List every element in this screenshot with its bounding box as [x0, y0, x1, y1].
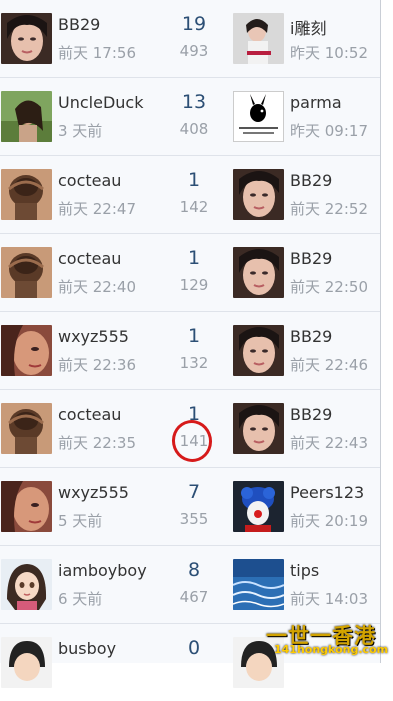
- list-item: wxyz555 前天 22:36 1 132 BB29 前天 22:46: [0, 312, 380, 390]
- reply-count: 1: [187, 247, 201, 269]
- last-poster-name[interactable]: BB29: [290, 405, 332, 424]
- author-name[interactable]: wxyz555: [58, 327, 129, 346]
- post-time: 前天 22:35: [58, 434, 136, 452]
- author-avatar[interactable]: [1, 325, 52, 376]
- list-item: cocteau 前天 22:47 1 142 BB29 前天 22:52: [0, 156, 380, 234]
- list-item: BB29 前天 17:56 19 493 i雕刻 昨天 10:52: [0, 0, 380, 78]
- last-post-time: 前天 14:03: [290, 590, 368, 608]
- last-poster-avatar[interactable]: [233, 13, 284, 64]
- watermark-url: 141hongkong.com: [274, 643, 389, 656]
- post-time: 3 天前: [58, 122, 103, 140]
- post-time: 前天 22:40: [58, 278, 136, 296]
- last-poster-avatar[interactable]: [233, 403, 284, 454]
- author-avatar[interactable]: [1, 13, 52, 64]
- post-time: 5 天前: [58, 512, 103, 530]
- post-time: 6 天前: [58, 590, 103, 608]
- last-post-time: 前天 20:19: [290, 512, 368, 530]
- last-post-time: 昨天 10:52: [290, 44, 368, 62]
- last-poster-name[interactable]: tips: [290, 561, 319, 580]
- last-poster-name[interactable]: BB29: [290, 249, 332, 268]
- last-post-time: 前天 22:50: [290, 278, 368, 296]
- post-time: 前天 22:36: [58, 356, 136, 374]
- view-count: 408: [179, 120, 209, 138]
- author-name[interactable]: cocteau: [58, 249, 121, 268]
- view-count: 355: [179, 510, 209, 528]
- last-poster-avatar[interactable]: [233, 559, 284, 610]
- view-count: 142: [179, 198, 209, 216]
- author-name[interactable]: BB29: [58, 15, 100, 34]
- author-name[interactable]: cocteau: [58, 171, 121, 190]
- last-poster-name[interactable]: parma: [290, 93, 342, 112]
- view-count: 132: [179, 354, 209, 372]
- last-post-time: 前天 22:43: [290, 434, 368, 452]
- author-name[interactable]: iamboyboy: [58, 561, 147, 580]
- author-name[interactable]: UncleDuck: [58, 93, 143, 112]
- list-item: iamboyboy 6 天前 8 467 tips 前天 14:03: [0, 546, 380, 624]
- list-item: cocteau 前天 22:40 1 129 BB29 前天 22:50: [0, 234, 380, 312]
- reply-count: 0: [187, 637, 201, 659]
- post-time: 前天 22:47: [58, 200, 136, 218]
- author-avatar[interactable]: [1, 169, 52, 220]
- reply-count: 7: [187, 481, 201, 503]
- author-avatar[interactable]: [1, 403, 52, 454]
- reply-count: 13: [181, 91, 207, 113]
- view-count: 467: [179, 588, 209, 606]
- last-poster-avatar[interactable]: [233, 481, 284, 532]
- last-poster-name[interactable]: Peers123: [290, 483, 364, 502]
- last-post-time: 前天 22:52: [290, 200, 368, 218]
- list-item: UncleDuck 3 天前 13 408 parma 昨天 09:17: [0, 78, 380, 156]
- view-count: 129: [179, 276, 209, 294]
- author-name[interactable]: cocteau: [58, 405, 121, 424]
- scrollbar-track[interactable]: [380, 0, 393, 663]
- author-name[interactable]: busboy: [58, 639, 116, 658]
- reply-count: 1: [187, 169, 201, 191]
- view-count: 493: [179, 42, 209, 60]
- post-time: 前天 17:56: [58, 44, 136, 62]
- reply-count: 1: [187, 325, 201, 347]
- reply-count: 8: [187, 559, 201, 581]
- last-poster-name[interactable]: i雕刻: [290, 15, 326, 39]
- list-item: wxyz555 5 天前 7 355 Peers123 前天 20:19: [0, 468, 380, 546]
- last-poster-name[interactable]: BB29: [290, 327, 332, 346]
- last-poster-avatar[interactable]: [233, 91, 284, 142]
- reply-count: 19: [181, 13, 207, 35]
- last-post-time: 昨天 09:17: [290, 122, 368, 140]
- author-avatar[interactable]: [1, 559, 52, 610]
- author-avatar[interactable]: [1, 91, 52, 142]
- last-post-time: 前天 22:46: [290, 356, 368, 374]
- last-poster-avatar[interactable]: [233, 247, 284, 298]
- last-poster-name[interactable]: BB29: [290, 171, 332, 190]
- thread-list: BB29 前天 17:56 19 493 i雕刻 昨天 10:52 UncleD…: [0, 0, 380, 688]
- last-poster-avatar[interactable]: [233, 169, 284, 220]
- author-avatar[interactable]: [1, 481, 52, 532]
- author-name[interactable]: wxyz555: [58, 483, 129, 502]
- author-avatar[interactable]: [1, 247, 52, 298]
- last-poster-avatar[interactable]: [233, 325, 284, 376]
- watermark-logo: 一世一香港 141hongkong.com: [266, 620, 393, 663]
